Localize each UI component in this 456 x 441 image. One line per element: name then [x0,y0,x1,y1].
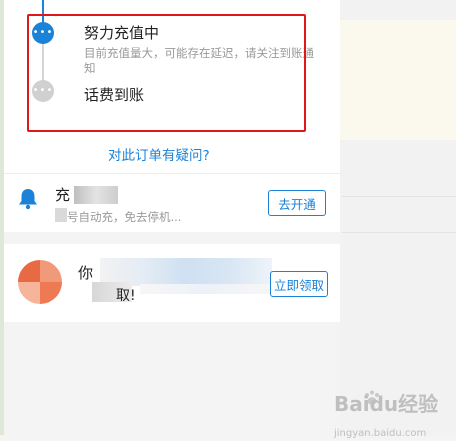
blurred-region [140,284,270,294]
offer-coupon-title: 你 [78,264,94,282]
offer-autorecharge-title: 充 [55,186,71,204]
offer-coupon-subtitle: 取! [116,288,136,304]
highlight-box [27,14,306,132]
blurred-region [55,208,67,222]
claim-button[interactable]: 立即领取 [270,271,328,297]
background-divider [342,232,456,233]
background-divider [342,196,456,197]
order-question-link[interactable]: 对此订单有疑问? [108,144,210,164]
activate-button[interactable]: 去开通 [268,190,326,216]
section-gap [4,232,340,244]
blurred-region [74,186,118,204]
bell-icon [19,189,37,210]
watermark-text: Baidu经验 [334,392,439,416]
watermark-url: jingyan.baidu.com [334,428,427,439]
avatar [18,260,62,304]
offer-autorecharge-subtitle: 号自动充，免去停机... [67,210,182,224]
watermark: Baidu经验 jingyan.baidu.com [334,388,438,441]
card-divider [4,173,340,174]
background-panel-right-top [340,20,456,140]
